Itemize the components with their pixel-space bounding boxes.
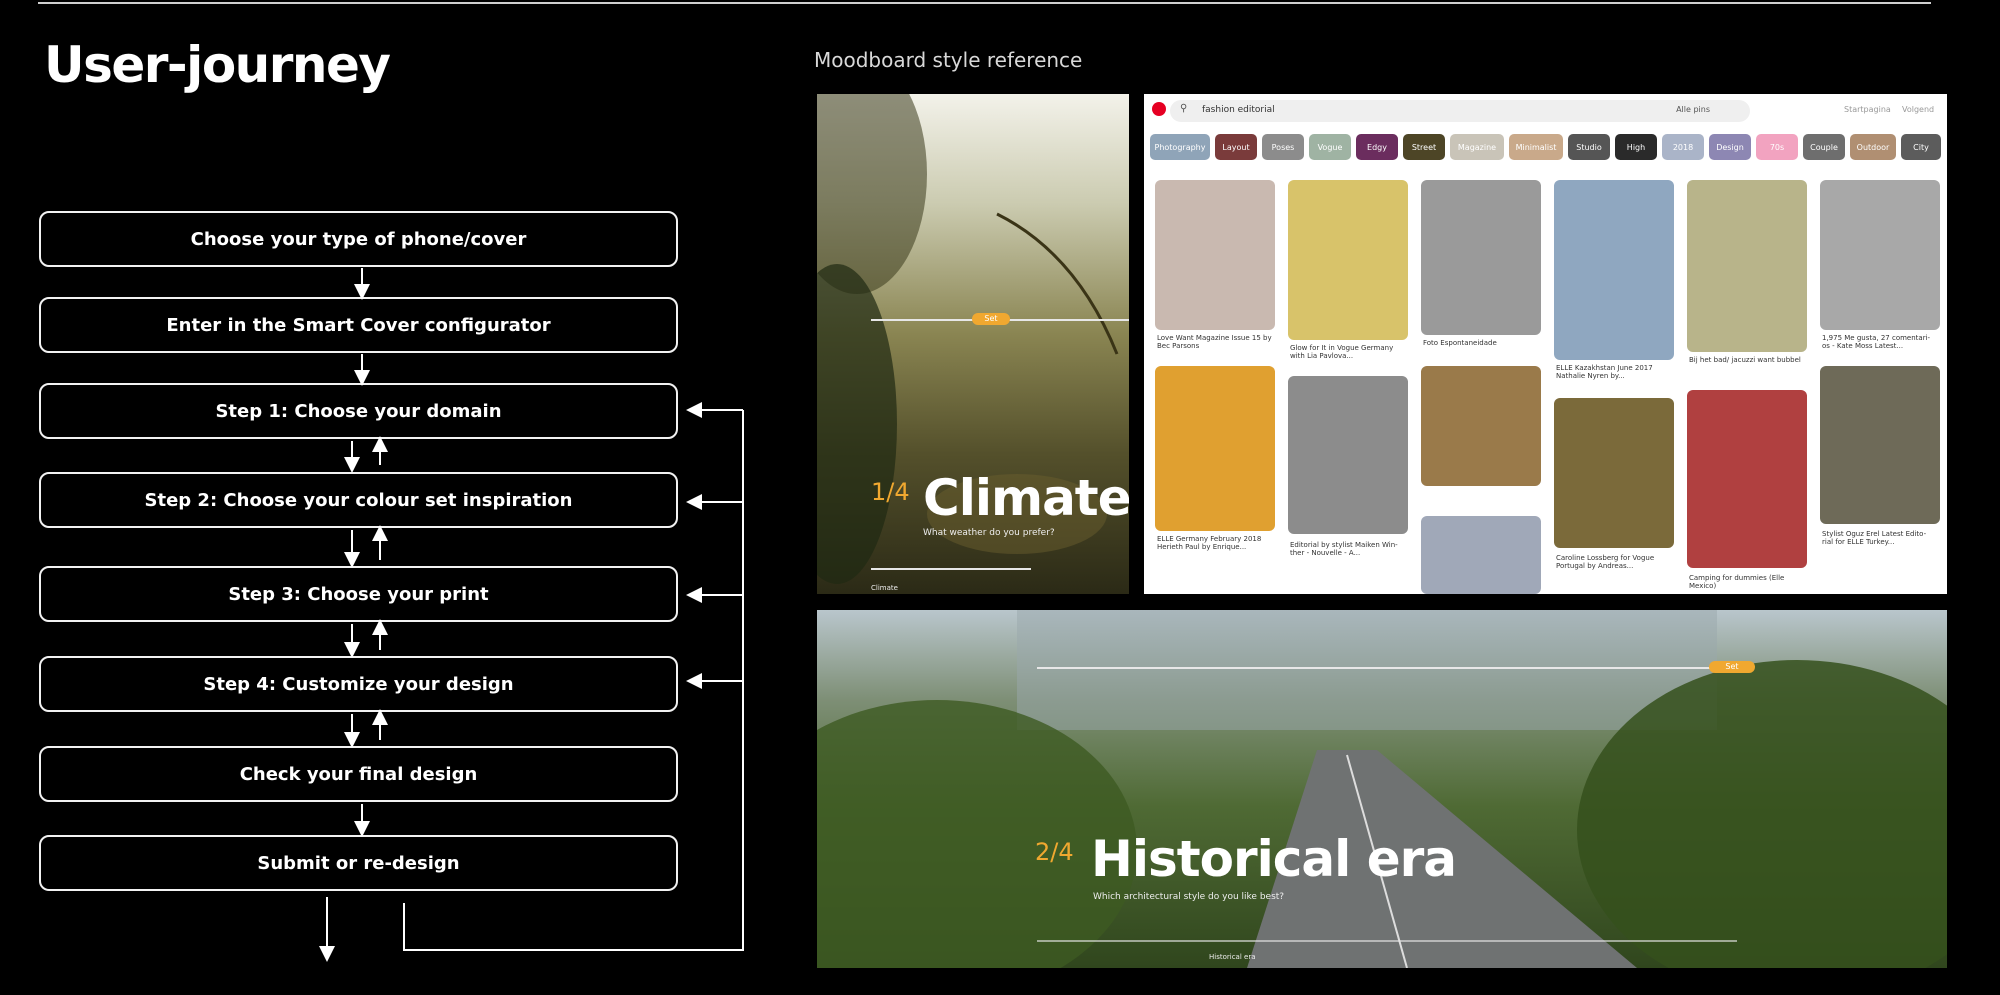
pin-caption: Glow for It in Vogue Germany with Lia Pa… [1290,344,1394,360]
pin-caption: Love Want Magazine Issue 15 by Bec Parso… [1157,334,1272,350]
pin-caption: ELLE Kazakhstan June 2017 Nathalie Nyren… [1556,364,1653,380]
pin-image[interactable] [1421,180,1541,335]
pinterest-moodboard-image: ⚲ fashion editorial Alle pins Startpagin… [1144,94,1947,594]
climate-set-button[interactable]: Set [972,313,1010,325]
chip-layout[interactable]: Layout [1215,134,1257,160]
pin-caption: Editorial by stylist Maiken Win-ther - N… [1290,541,1398,557]
chip-high[interactable]: High [1615,134,1657,160]
search-icon: ⚲ [1180,103,1188,114]
pin-image[interactable] [1288,376,1408,534]
historical-title: Historical era [1091,830,1457,888]
historical-era-moodboard-image: Set 2/4 Historical era Which architectur… [817,610,1947,968]
pin-image[interactable] [1820,180,1940,330]
climate-footer: Climate [871,584,898,592]
pin-caption: 1,975 Me gusta, 27 comentari-os - Kate M… [1822,334,1931,350]
chip-edgy[interactable]: Edgy [1356,134,1398,160]
pin-image[interactable] [1288,180,1408,340]
historical-set-button[interactable]: Set [1709,661,1755,673]
historical-slider[interactable] [1037,667,1737,669]
pin-image[interactable] [1421,516,1541,594]
climate-question: What weather do you prefer? [923,528,1055,538]
climate-fraction: 1/4 [871,478,910,506]
chip-photography[interactable]: Photography [1150,134,1210,160]
pin-caption: Foto Espontaneidade [1423,339,1497,347]
pin-image[interactable] [1554,180,1674,360]
pin-caption: Bij het bad/ jacuzzi want bubbel [1689,356,1801,364]
chip-outdoor[interactable]: Outdoor [1850,134,1896,160]
pin-image[interactable] [1554,398,1674,548]
loop-line [403,410,744,951]
chip-studio[interactable]: Studio [1568,134,1610,160]
historical-footer: Historical era [1209,953,1256,961]
chip-2018[interactable]: 2018 [1662,134,1704,160]
pinterest-search-bar[interactable]: ⚲ fashion editorial Alle pins [1170,100,1750,122]
chip-street[interactable]: Street [1403,134,1445,160]
search-query: fashion editorial [1202,105,1275,115]
climate-title: Climate [923,469,1129,527]
climate-progress [871,568,1031,570]
climate-moodboard-image: Set 1/4 Climate What weather do you pref… [817,94,1129,594]
historical-question: Which architectural style do you like be… [1093,892,1285,902]
pin-image[interactable] [1155,180,1275,330]
search-filter[interactable]: Alle pins [1676,105,1710,114]
pinterest-logo-icon [1152,102,1166,116]
chip-city[interactable]: City [1901,134,1941,160]
historical-fraction: 2/4 [1035,838,1074,866]
chip-magazine[interactable]: Magazine [1450,134,1504,160]
pin-image[interactable] [1421,366,1541,486]
pin-caption: Camping for dummies (Elle Mexico) [1689,574,1785,590]
pin-caption: Stylist Oguz Erel Latest Edito-rial for … [1822,530,1927,546]
pin-image[interactable] [1687,180,1807,352]
chip-design[interactable]: Design [1709,134,1751,160]
pin-image[interactable] [1687,390,1807,568]
historical-progress [1037,940,1737,942]
pin-caption: ELLE Germany February 2018 Herieth Paul … [1157,535,1262,551]
pin-image[interactable] [1155,366,1275,531]
pin-image[interactable] [1820,366,1940,524]
chip-poses[interactable]: Poses [1262,134,1304,160]
chip-vogue[interactable]: Vogue [1309,134,1351,160]
road-scene-shapes [817,610,1947,968]
chip-70s[interactable]: 70s [1756,134,1798,160]
pin-caption: Caroline Lossberg for Vogue Portugal by … [1556,554,1655,570]
chip-minimalist[interactable]: Minimalist [1509,134,1563,160]
nav-following[interactable]: Volgend [1902,105,1934,114]
nav-home[interactable]: Startpagina [1844,105,1891,114]
chip-couple[interactable]: Couple [1803,134,1845,160]
